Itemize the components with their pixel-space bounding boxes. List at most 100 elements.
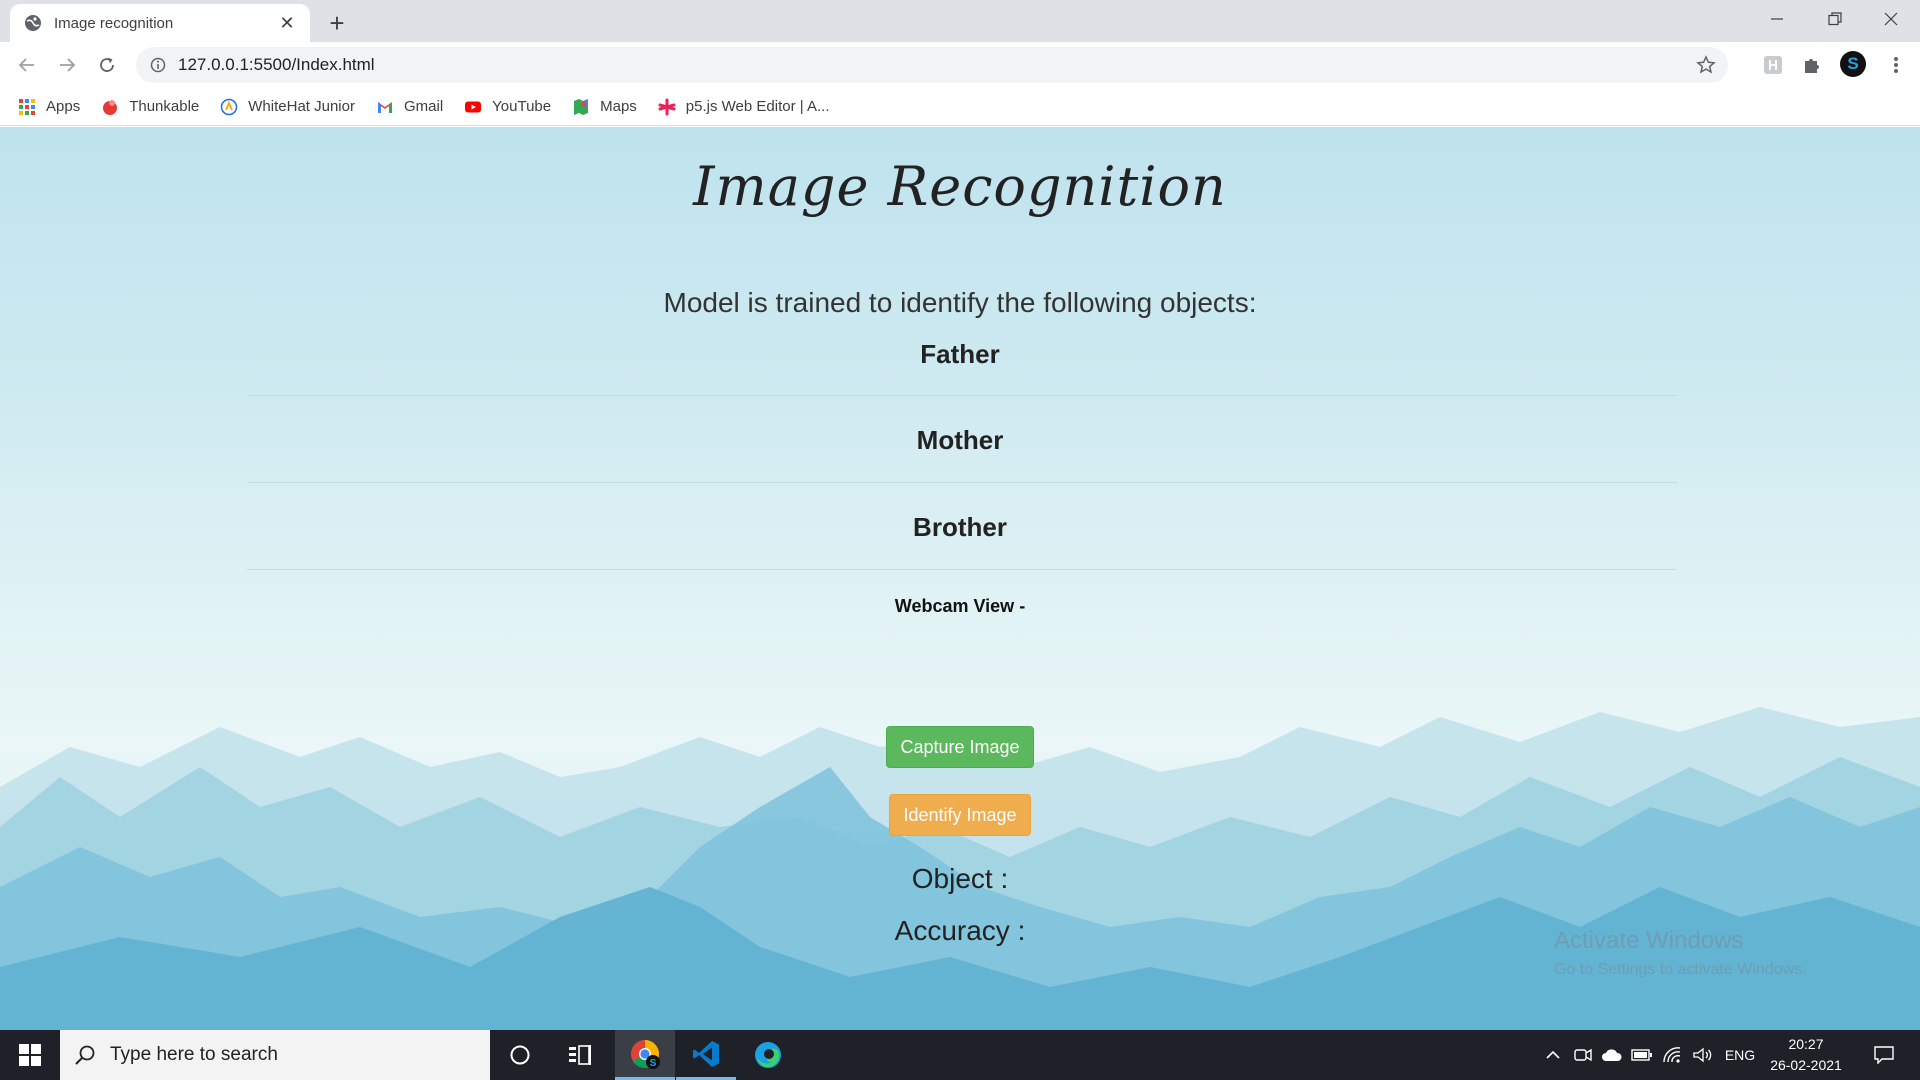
meet-now-icon (1574, 1048, 1592, 1062)
close-window-button[interactable] (1862, 0, 1920, 38)
bookmark-label: Gmail (403, 98, 444, 115)
bookmark-youtube[interactable]: YouTube (464, 98, 551, 116)
object-item-father: Father (920, 339, 1000, 369)
bookmark-p5js[interactable]: p5.js Web Editor | A... (658, 98, 830, 116)
restore-button[interactable] (1806, 0, 1864, 38)
task-view-button[interactable] (550, 1030, 610, 1080)
taskbar-vscode[interactable] (676, 1030, 736, 1080)
minimize-button[interactable] (1748, 0, 1806, 38)
tray-battery[interactable] (1628, 1030, 1656, 1080)
clock-date: 26-02-2021 (1770, 1057, 1842, 1073)
edge-icon (755, 1042, 781, 1068)
bookmark-label: Thunkable (129, 98, 200, 115)
bookmark-label: Apps (46, 98, 81, 115)
taskbar-edge[interactable] (738, 1030, 798, 1080)
more-vert-icon (1894, 57, 1898, 73)
tab-title: Image recognition (54, 14, 174, 32)
divider (247, 569, 1677, 570)
reload-icon (100, 57, 114, 72)
task-view-icon (569, 1045, 591, 1065)
profile-avatar[interactable]: S (1840, 51, 1866, 77)
page-content: Image Recognition Model is trained to id… (0, 127, 1920, 1030)
browser-tab[interactable]: Image recognition ✕ (10, 4, 310, 42)
menu-button[interactable] (1882, 51, 1910, 79)
apps-grid-icon (19, 98, 35, 115)
new-tab-button[interactable]: + (322, 8, 352, 38)
divider (247, 395, 1677, 396)
tray-meet-now[interactable] (1570, 1030, 1596, 1080)
back-button[interactable] (11, 49, 43, 81)
divider (247, 482, 1677, 483)
speaker-icon (1693, 1047, 1712, 1063)
close-icon (1884, 12, 1898, 26)
language-indicator[interactable]: ENG (1720, 1030, 1760, 1080)
activation-watermark-title: Activate Windows (1554, 927, 1744, 954)
extensions-button[interactable] (1798, 51, 1826, 79)
bookmark-star-icon[interactable] (1696, 55, 1716, 75)
search-icon (75, 1045, 95, 1065)
identify-image-button[interactable]: Identify Image (889, 794, 1031, 836)
forward-arrow-icon (60, 58, 76, 72)
bookmark-label: YouTube (492, 98, 552, 115)
bookmark-label: p5.js Web Editor | A... (685, 98, 830, 115)
notification-center-button[interactable] (1864, 1030, 1904, 1080)
cortana-button[interactable] (490, 1030, 550, 1080)
system-clock[interactable]: 20:27 26-02-2021 (1760, 1034, 1852, 1076)
activation-watermark-text: Go to Settings to activate Windows. (1554, 961, 1807, 978)
notification-icon (1874, 1046, 1894, 1064)
object-item-brother: Brother (913, 512, 1007, 542)
forward-button[interactable] (51, 49, 83, 81)
bookmark-maps[interactable]: Maps (572, 98, 637, 116)
tray-wifi[interactable] (1658, 1030, 1686, 1080)
wifi-icon (1663, 1047, 1681, 1063)
browser-toolbar: 127.0.0.1:5500/Index.html (0, 42, 1920, 88)
taskbar-search-box[interactable]: Type here to search (60, 1030, 490, 1080)
bookmark-gmail[interactable]: Gmail (376, 98, 443, 116)
object-item-mother: Mother (916, 425, 1004, 455)
maps-icon (574, 98, 589, 115)
intro-text: Model is trained to identify the followi… (663, 287, 1257, 318)
svg-text:S: S (650, 1058, 657, 1069)
bookmark-whitehat-junior[interactable]: WhiteHat Junior (220, 98, 355, 116)
puzzle-icon (1805, 59, 1819, 73)
restore-icon (1828, 12, 1842, 26)
page-title: Image Recognition (693, 155, 1227, 218)
globe-icon (25, 15, 41, 31)
address-bar[interactable]: 127.0.0.1:5500/Index.html (136, 47, 1728, 83)
p5js-icon (658, 98, 676, 115)
show-hidden-icons-button[interactable] (1540, 1030, 1566, 1080)
taskbar-chrome[interactable]: S (615, 1030, 675, 1080)
windows-taskbar: Type here to search S ENG 20:27 26-02-20… (0, 1030, 1920, 1080)
url-text: 127.0.0.1:5500/Index.html (178, 55, 375, 74)
close-tab-icon[interactable]: ✕ (276, 12, 298, 34)
vscode-icon (693, 1040, 719, 1067)
chevron-up-icon (1546, 1050, 1560, 1059)
windows-logo-icon (19, 1044, 41, 1066)
info-icon[interactable] (150, 57, 166, 73)
bookmark-label: WhiteHat Junior (248, 98, 355, 115)
bookmarks-bar: Apps Thunkable WhiteHat Junior Gmail You… (0, 88, 1920, 126)
back-arrow-icon (18, 58, 34, 72)
whitehat-junior-icon (221, 98, 238, 115)
start-button[interactable] (0, 1030, 60, 1080)
capture-image-button[interactable]: Capture Image (886, 726, 1034, 768)
search-placeholder: Type here to search (110, 1044, 278, 1065)
clock-time: 20:27 (1788, 1036, 1824, 1052)
object-result-label: Object : (911, 863, 1009, 894)
cortana-circle-icon (510, 1045, 530, 1065)
bookmark-label: Maps (600, 98, 637, 115)
tray-volume[interactable] (1688, 1030, 1716, 1080)
bookmark-thunkable[interactable]: Thunkable (101, 98, 199, 116)
gmail-icon (377, 101, 392, 113)
extension-button[interactable] (1759, 51, 1787, 79)
reload-button[interactable] (91, 49, 123, 81)
cloud-icon (1602, 1049, 1622, 1061)
chrome-icon: S (631, 1039, 660, 1069)
youtube-icon (465, 101, 482, 112)
battery-icon (1631, 1049, 1652, 1061)
minimize-icon (1771, 18, 1783, 20)
page-viewport: Image Recognition Model is trained to id… (0, 127, 1920, 1030)
tab-strip: Image recognition ✕ + (0, 0, 1920, 42)
bookmark-apps[interactable]: Apps (18, 98, 80, 116)
tray-onedrive[interactable] (1598, 1030, 1626, 1080)
